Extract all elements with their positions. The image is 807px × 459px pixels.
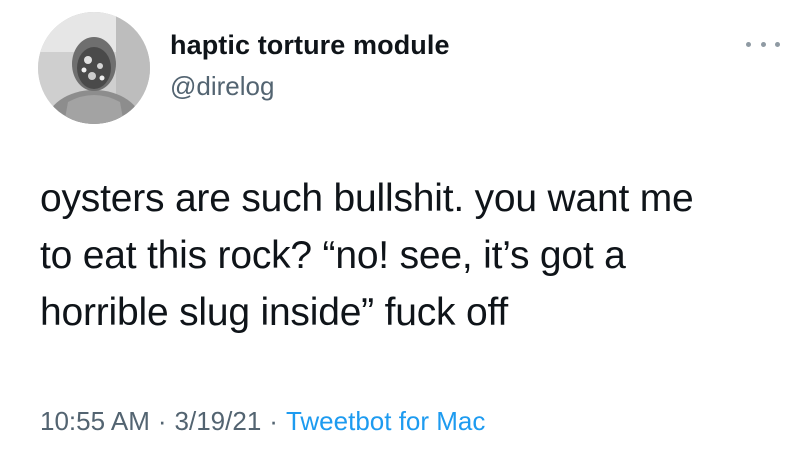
tweet-text-line: horrible slug inside” fuck off	[40, 291, 509, 334]
tweet-source-link[interactable]: Tweetbot for Mac	[286, 406, 485, 436]
tweet-date[interactable]: 3/19/21	[175, 406, 262, 436]
tweet-text-line: to eat this rock? “no! see, it’s got a	[40, 234, 626, 277]
username-handle[interactable]: @direlog	[170, 71, 274, 102]
tweet-text-line: oysters are such bullshit. you want me	[40, 177, 694, 220]
more-options-icon	[746, 41, 751, 47]
meta-separator: ·	[157, 406, 167, 436]
avatar[interactable]	[38, 12, 150, 124]
tweet-time[interactable]: 10:55 AM	[40, 406, 150, 436]
tweet-metadata: 10:55 AM · 3/19/21 · Tweetbot for Mac	[40, 406, 485, 437]
tweet-text: oysters are such bullshit. you want me t…	[40, 170, 785, 341]
display-name[interactable]: haptic torture module	[170, 30, 450, 61]
meta-separator: ·	[269, 406, 278, 436]
tweet-card: haptic torture module @direlog oysters a…	[0, 0, 807, 459]
more-options-icon	[760, 41, 766, 47]
more-options-button[interactable]	[746, 38, 780, 50]
avatar-image	[38, 12, 150, 124]
more-options-icon	[775, 41, 780, 47]
